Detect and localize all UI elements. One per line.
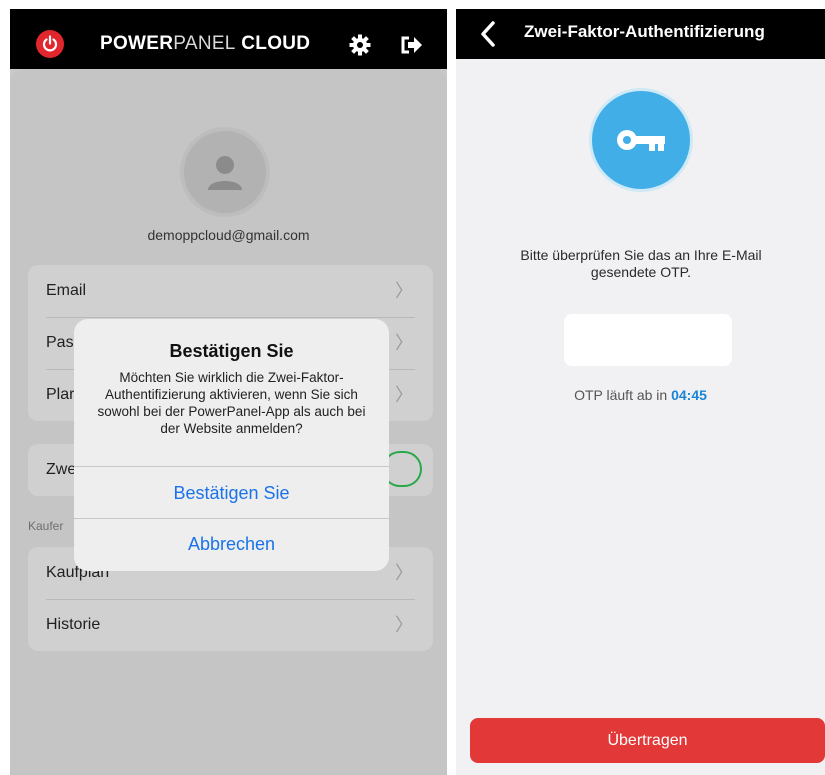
- otp-input[interactable]: [564, 314, 732, 366]
- header-bar: Zwei-Faktor-Authentifizierung: [456, 9, 825, 59]
- history-label: Historie: [46, 616, 101, 633]
- page-title: Zwei-Faktor-Authentifizierung: [524, 22, 765, 41]
- two-factor-label: Zwe: [46, 461, 77, 478]
- history-row[interactable]: Historie 〉: [28, 599, 433, 651]
- user-email: demoppcloud@gmail.com: [147, 227, 310, 243]
- gear-icon[interactable]: [349, 34, 371, 56]
- chevron-right-icon: 〉: [395, 563, 413, 583]
- cancel-button[interactable]: Abbrechen: [74, 518, 389, 570]
- right-screen: Zwei-Faktor-Authentifizierung Bitte über…: [456, 9, 825, 775]
- back-chevron-icon[interactable]: [478, 20, 498, 48]
- confirm-button[interactable]: Bestätigen Sie: [74, 467, 389, 519]
- expiry-label: OTP läuft ab in: [574, 387, 668, 403]
- chevron-right-icon: 〉: [395, 615, 413, 635]
- user-icon: [184, 131, 266, 213]
- expiry-timer: 04:45: [671, 387, 707, 403]
- otp-instruction: Bitte überprüfen Sie das an Ihre E-Mail …: [520, 247, 762, 280]
- submit-button[interactable]: Übertragen: [470, 718, 825, 763]
- left-screen: POWERPANEL CLOUD demoppcloud@gmail.com E…: [10, 9, 447, 775]
- email-row[interactable]: Email 〉: [28, 265, 433, 317]
- password-row-label: Pas: [46, 334, 74, 351]
- dialog-message: Möchten Sie wirklich die Zwei-Faktor-Aut…: [97, 370, 366, 436]
- chevron-right-icon: 〉: [395, 333, 413, 353]
- profile-content: demoppcloud@gmail.com Email 〉 Pas 〉 Plar…: [10, 69, 447, 775]
- confirm-dialog: Bestätigen Sie Möchten Sie wirklich die …: [74, 319, 389, 571]
- chevron-right-icon: 〉: [395, 281, 413, 301]
- power-icon: [36, 30, 64, 58]
- otp-expiry: OTP läuft ab in 04:45: [456, 387, 825, 403]
- chevron-right-icon: 〉: [395, 385, 413, 405]
- top-bar: POWERPANEL CLOUD: [10, 9, 447, 69]
- dialog-title: Bestätigen Sie: [169, 341, 294, 361]
- logout-icon[interactable]: [399, 34, 423, 56]
- purchase-section-label: Kaufer: [28, 519, 64, 533]
- email-row-label: Email: [46, 282, 87, 299]
- key-icon: [589, 88, 693, 192]
- plan-row-label: Plar: [46, 386, 75, 403]
- brand-title: POWERPANEL CLOUD: [100, 33, 311, 54]
